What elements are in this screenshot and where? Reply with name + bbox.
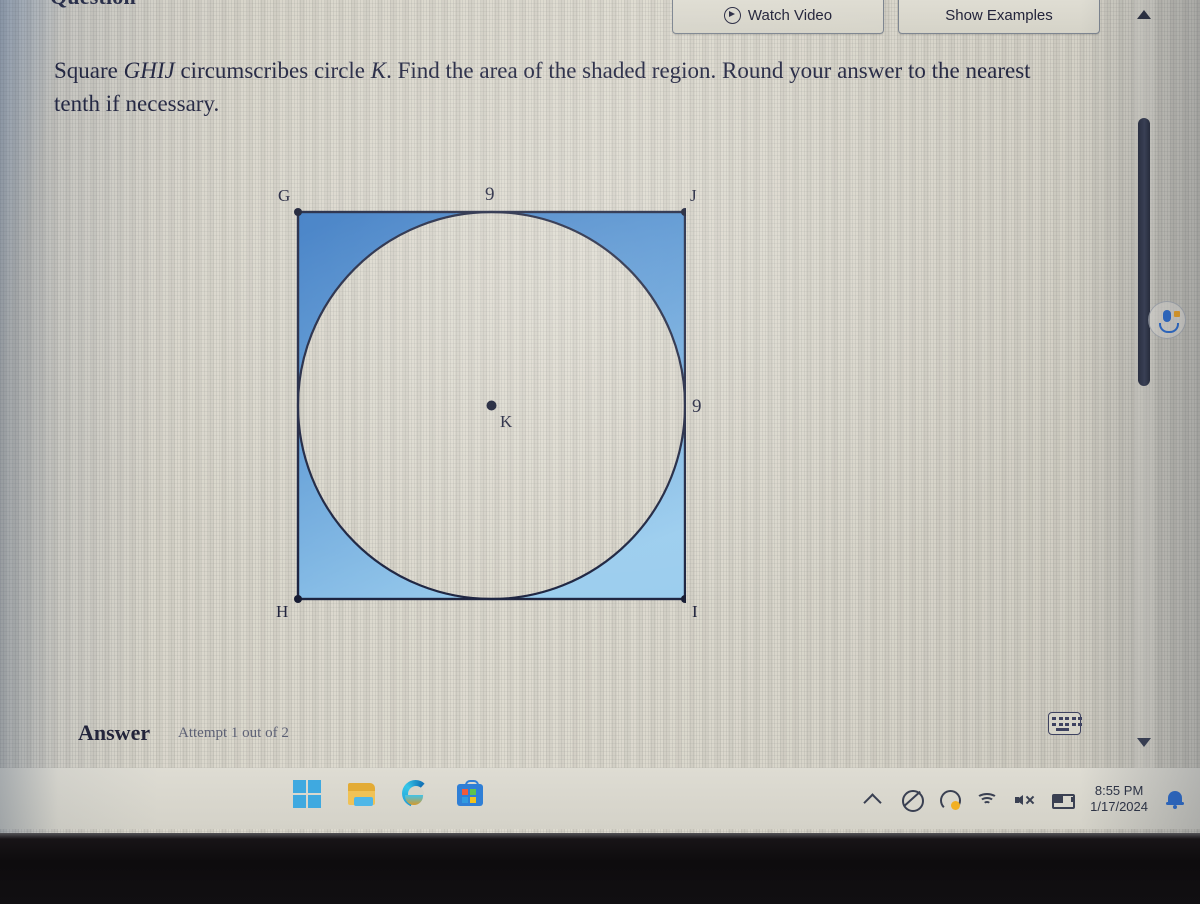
pen-disabled-icon[interactable] (900, 788, 925, 812)
prompt-part-2: circumscribes circle (174, 58, 371, 83)
mic-capsule (1163, 310, 1171, 322)
prompt-circle-name: K (370, 58, 387, 83)
keypad-row-3 (1056, 728, 1069, 731)
prompt-part-3: . Find the area of the shaded region. Ro… (386, 58, 832, 83)
keypad-row-2 (1052, 723, 1082, 726)
side-length-right: 9 (692, 396, 702, 417)
show-examples-label: Show Examples (945, 6, 1053, 24)
attempt-counter: Attempt 1 out of 2 (178, 725, 289, 741)
side-length-top: 9 (485, 184, 495, 205)
clock[interactable]: 8:55 PM 1/17/2024 (1090, 783, 1148, 815)
keypad-icon[interactable] (1048, 712, 1082, 735)
system-tray: 8:55 PM 1/17/2024 (862, 768, 1186, 829)
watch-video-button[interactable]: Watch Video (672, 0, 884, 34)
question-prompt: Square GHIJ circumscribes circle K. Find… (54, 54, 1054, 120)
vertex-label-i: I (692, 602, 698, 621)
math-question-app: Question Watch Video Show Examples Squar… (36, 0, 1164, 768)
wifi-icon[interactable] (976, 788, 999, 810)
microphone-icon[interactable] (1148, 301, 1186, 339)
chevron-up-icon[interactable] (862, 788, 884, 812)
windows-logo-icon[interactable] (292, 778, 324, 810)
scroll-up-arrow-icon[interactable] (1137, 10, 1151, 19)
figure-svg (294, 208, 686, 603)
vertex-dot-g (294, 208, 302, 216)
bell-icon[interactable] (1164, 788, 1186, 810)
show-examples-button[interactable]: Show Examples (898, 0, 1100, 34)
volume-muted-icon[interactable] (1014, 788, 1036, 810)
sync-warning-icon[interactable] (938, 788, 962, 811)
play-circle-icon (723, 6, 741, 24)
vertex-dot-h (294, 595, 302, 603)
windows-taskbar: 8:55 PM 1/17/2024 (0, 768, 1200, 829)
taskbar-icons (292, 778, 486, 810)
page-title: Question (50, 0, 136, 10)
monitor-photo: Question Watch Video Show Examples Squar… (0, 0, 1200, 904)
center-label-k: K (500, 412, 513, 431)
monitor-bezel (0, 833, 1200, 904)
center-dot-k (486, 400, 497, 411)
vertex-label-g: G (278, 186, 291, 205)
answer-label: Answer (78, 720, 151, 745)
battery-icon[interactable] (1052, 788, 1076, 810)
store-bag-icon[interactable] (454, 778, 486, 810)
edge-icon[interactable] (400, 778, 432, 810)
mic-base (1159, 323, 1179, 333)
scrollbar-thumb[interactable] (1138, 118, 1150, 386)
keypad-row-1 (1052, 717, 1082, 720)
geometry-figure: G J I H K 9 9 (226, 174, 702, 624)
scroll-down-arrow-icon[interactable] (1137, 738, 1151, 747)
watch-video-label: Watch Video (747, 6, 833, 24)
screen-surface: Question Watch Video Show Examples Squar… (0, 0, 1200, 836)
file-explorer-icon[interactable] (346, 778, 378, 810)
mic-badge (1174, 311, 1180, 317)
vertex-label-j: J (690, 186, 697, 205)
prompt-part-1: Square (54, 58, 124, 83)
page-scrollbar[interactable] (1134, 0, 1154, 768)
prompt-square-name: GHIJ (123, 58, 175, 83)
clock-time: 8:55 PM (1094, 782, 1144, 798)
bezel-highlight (0, 833, 1200, 839)
vertex-label-h: H (276, 602, 289, 621)
clock-date: 1/17/2024 (1090, 798, 1148, 814)
